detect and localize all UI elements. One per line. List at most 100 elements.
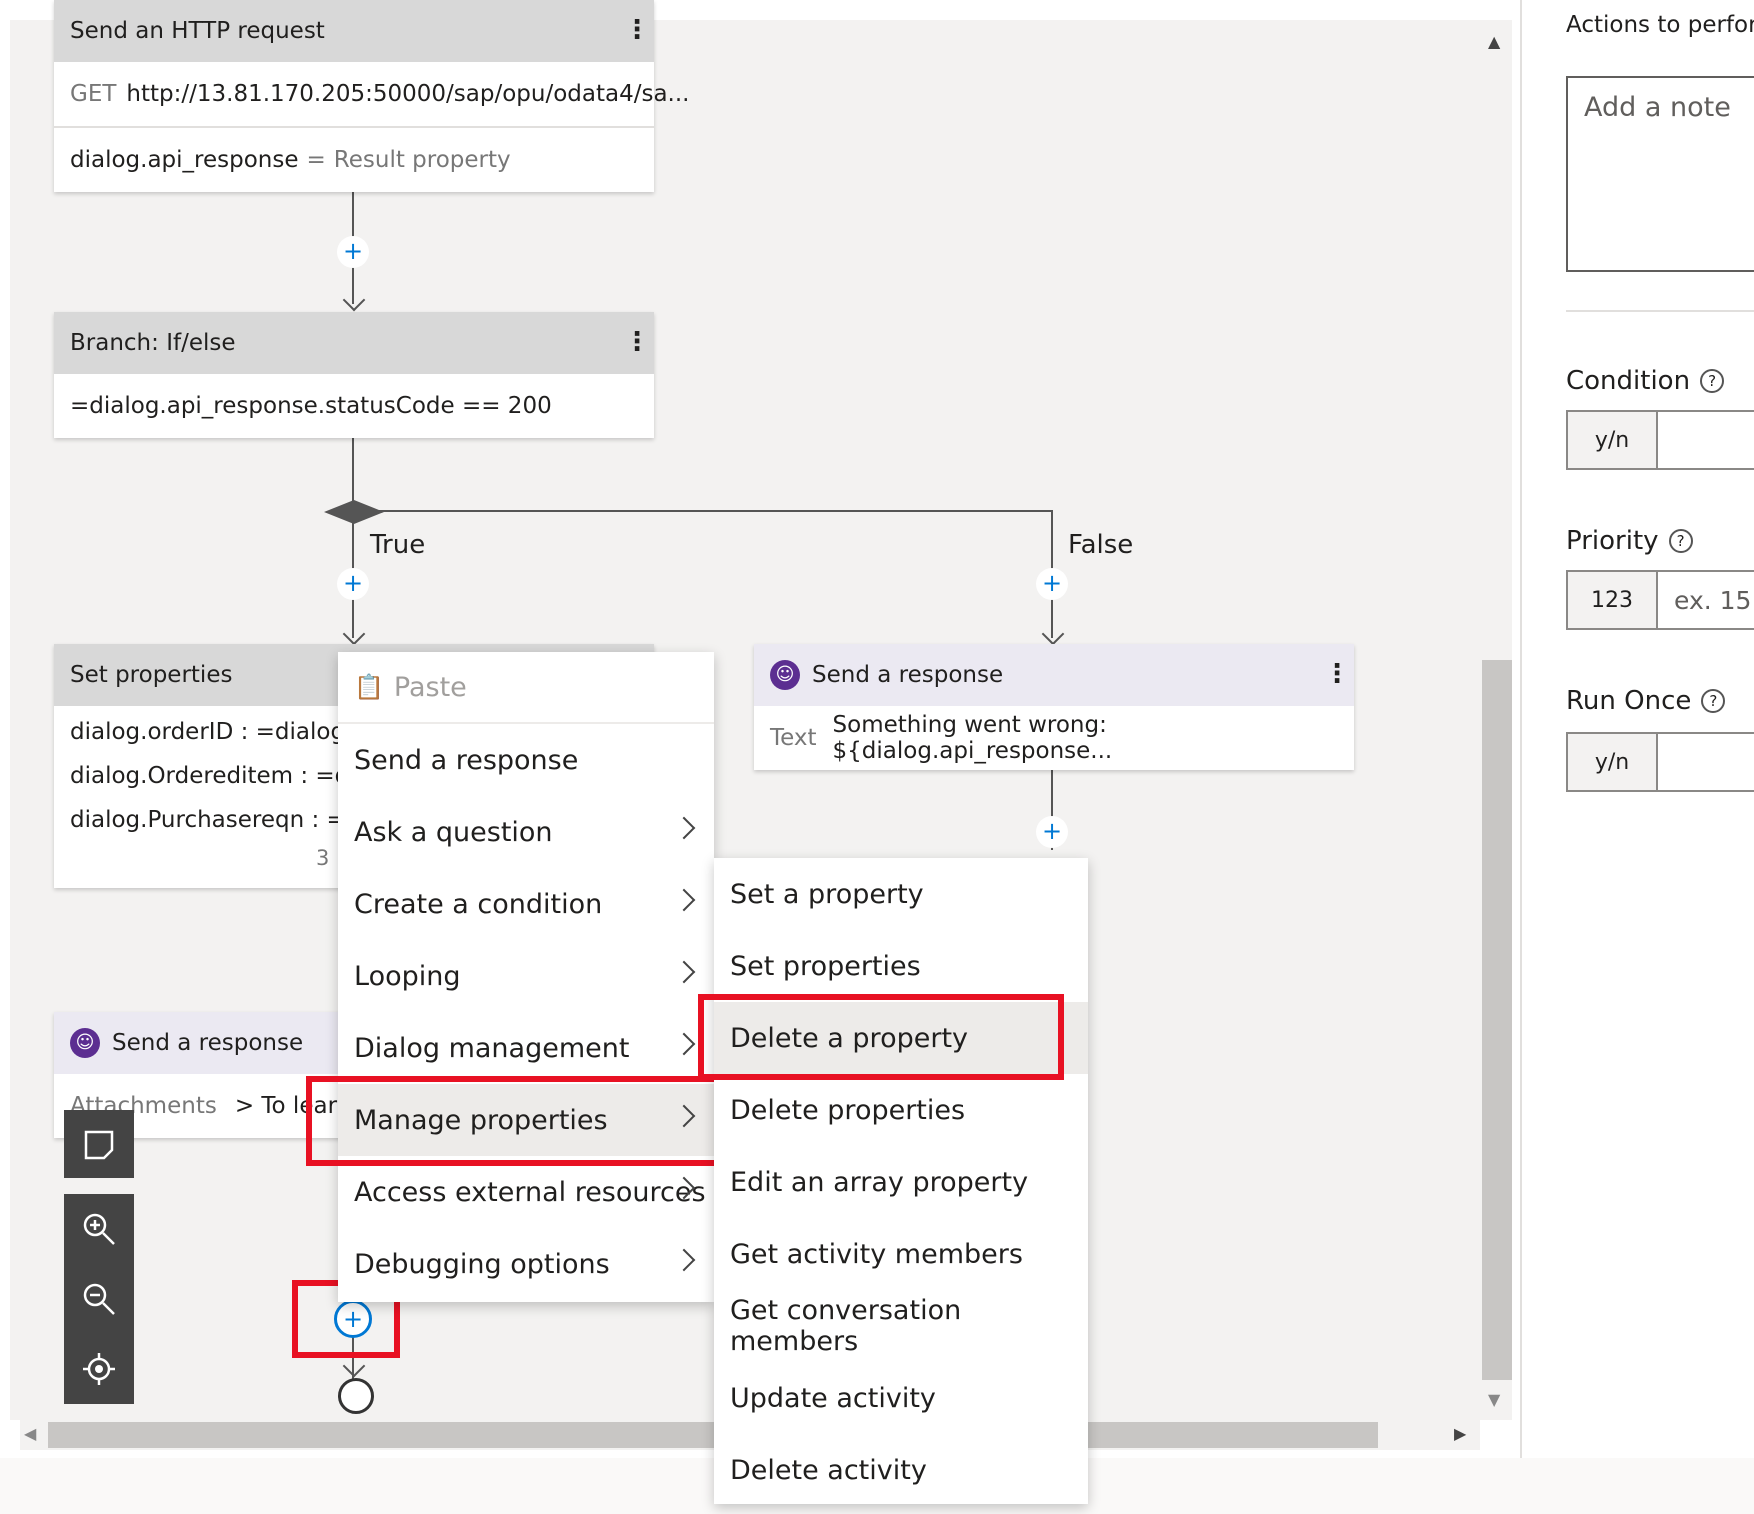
zoom-in-icon [83,1213,115,1245]
menu-item-debugging-options[interactable]: Debugging options [338,1228,714,1300]
true-branch-label: True [370,530,426,560]
menu-item-ask-question[interactable]: Ask a question [338,796,714,868]
condition-label-text: Condition [1566,366,1691,396]
help-icon[interactable]: ? [1700,369,1725,393]
minimap-toggle-button[interactable] [64,1110,134,1178]
edge [352,510,1052,512]
manage-properties-submenu: Set a property Set properties Delete a p… [714,858,1088,1504]
result-equals: = [306,147,326,173]
priority-label: Priority ? [1566,526,1693,556]
condition-type-badge: y/n [1568,412,1658,468]
bot-icon: ☺ [770,660,800,690]
target-icon [83,1353,115,1385]
more-options-icon[interactable]: ⋮ [1324,661,1350,687]
more-options-icon[interactable]: ⋮ [624,329,650,355]
http-url-row: GET http://13.81.170.205:50000/sap/opu/o… [54,62,690,128]
add-action-button[interactable]: + [1036,816,1068,848]
result-variable: dialog.api_response [70,147,299,173]
actions-label: Actions to perform [1566,12,1754,38]
highlight-box [306,1076,720,1166]
menu-item-dialog-management[interactable]: Dialog management [338,1012,714,1084]
node-title: Branch: If/else [70,330,236,356]
menu-item-looping[interactable]: Looping [338,940,714,1012]
scroll-down-icon[interactable]: ▼ [1488,1390,1500,1409]
edge [352,438,354,638]
submenu-item-get-conversation-members[interactable]: Get conversation members [714,1290,1088,1362]
help-icon[interactable]: ? [1668,529,1693,553]
priority-type-badge: 123 [1568,572,1658,628]
response-text: Something went wrong: ${dialog.api_respo… [832,712,1113,764]
menu-item-label: Create a condition [354,888,603,920]
menu-item-create-condition[interactable]: Create a condition [338,868,714,940]
vertical-scroll-thumb[interactable] [1482,660,1512,1380]
scroll-left-icon[interactable]: ◀ [24,1424,36,1443]
note-textarea[interactable]: Add a note [1566,76,1754,272]
submenu-item-edit-array-property[interactable]: Edit an array property [714,1146,1088,1218]
run-once-field[interactable]: y/n [1566,732,1754,792]
condition-field[interactable]: y/n [1566,410,1754,470]
submenu-item-set-property[interactable]: Set a property [714,858,1088,930]
add-action-menu: 📋 Paste Send a response Ask a question C… [338,652,714,1302]
note-icon [64,1110,134,1180]
priority-field[interactable]: 123 ex. 15.5 [1566,570,1754,630]
branch-if-else-node[interactable]: Branch: If/else ⋮ =dialog.api_response.s… [54,312,654,438]
chevron-right-icon [672,960,696,984]
scroll-right-icon[interactable]: ▶ [1454,1424,1466,1443]
menu-item-label: Debugging options [354,1248,610,1280]
node-title: Send a response [112,1030,304,1056]
node-header: Branch: If/else ⋮ [54,312,654,374]
node-title: Set properties [70,662,233,688]
more-options-icon[interactable]: ⋮ [624,17,650,43]
submenu-item-set-properties[interactable]: Set properties [714,930,1088,1002]
submenu-item-get-activity-members[interactable]: Get activity members [714,1218,1088,1290]
submenu-item-update-activity[interactable]: Update activity [714,1362,1088,1434]
add-action-false-button[interactable]: + [1036,568,1068,600]
menu-item-label: Delete activity [730,1454,927,1486]
zoom-out-icon [83,1283,115,1315]
scroll-up-icon[interactable]: ▲ [1488,32,1500,51]
note-placeholder: Add a note [1584,92,1731,123]
http-request-node[interactable]: Send an HTTP request ⋮ GET http://13.81.… [54,0,690,192]
menu-item-label: Looping [354,960,461,992]
false-branch-label: False [1068,530,1134,560]
chevron-right-icon [672,888,696,912]
http-url: http://13.81.170.205:50000/sap/opu/odata… [126,81,690,107]
menu-item-access-external-resources[interactable]: Access external resources [338,1156,714,1228]
clipboard-icon: 📋 [354,673,384,701]
menu-item-label: Get activity members [730,1238,1023,1270]
node-title: Send a response [812,662,1004,688]
property-panel: Actions to perform Add a note Condition … [1520,0,1754,1458]
submenu-item-delete-properties[interactable]: Delete properties [714,1074,1088,1146]
menu-item-label: Update activity [730,1382,936,1414]
chevron-right-icon [672,816,696,840]
zoom-in-button[interactable] [64,1194,134,1264]
branch-diamond-icon [324,500,384,524]
menu-item-label: Delete properties [730,1094,966,1126]
menu-item-label: Ask a question [354,816,553,848]
send-response-node[interactable]: ☺ Send a response ⋮ Text Something went … [754,644,1354,770]
run-once-label-text: Run Once [1566,686,1692,716]
paste-menu-item[interactable]: 📋 Paste [338,652,714,724]
node-header: ☺ Send a response ⋮ [754,644,1354,706]
http-method: GET [70,81,117,107]
run-once-type-badge: y/n [1568,734,1658,790]
more-properties-count: 3 [316,846,330,870]
chevron-right-icon [672,1248,696,1272]
horizontal-scroll-thumb[interactable] [48,1422,1378,1448]
menu-item-label: Access external resources [354,1176,706,1208]
divider [1566,310,1754,312]
add-action-true-button[interactable]: + [337,568,369,600]
response-text-row: Text Something went wrong: ${dialog.api_… [754,706,1354,770]
add-action-button[interactable]: + [337,236,369,268]
chevron-right-icon [672,1032,696,1056]
end-node-icon [338,1378,374,1414]
priority-placeholder: ex. 15.5 [1674,585,1754,615]
menu-item-send-response[interactable]: Send a response [338,724,714,796]
text-label: Text [770,725,817,751]
menu-item-label: Edit an array property [730,1166,1029,1198]
highlight-box [698,994,1064,1080]
submenu-item-delete-activity[interactable]: Delete activity [714,1434,1088,1506]
help-icon[interactable]: ? [1701,689,1726,713]
recenter-button[interactable] [64,1334,134,1404]
zoom-out-button[interactable] [64,1264,134,1334]
